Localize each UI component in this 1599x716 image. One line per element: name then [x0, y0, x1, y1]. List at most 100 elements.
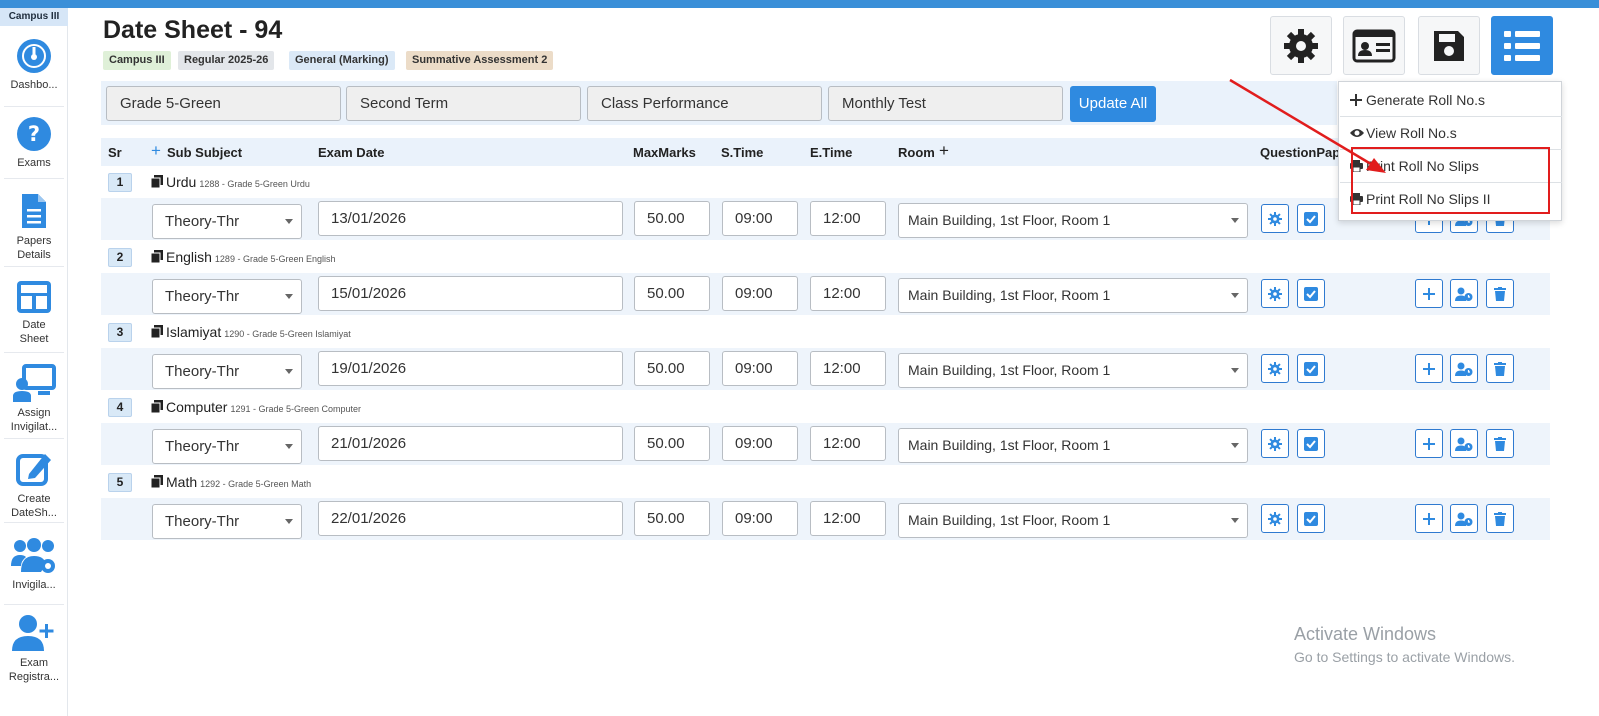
sidebar-divider	[4, 604, 64, 605]
checkbox-icon	[1304, 286, 1318, 301]
sidebar-item-papers-details[interactable]: Papers Details	[0, 192, 68, 262]
subject-name: Computer 1291 - Grade 5-Green Computer	[150, 399, 361, 415]
update-all-button[interactable]: Update All	[1070, 86, 1156, 122]
room-select[interactable]: Main Building, 1st Floor, Room 1	[898, 428, 1248, 463]
copy-icon[interactable]	[150, 400, 163, 414]
assign-user-button[interactable]	[1450, 429, 1478, 458]
gear-icon	[1268, 286, 1282, 301]
edit-icon	[16, 454, 51, 486]
menu-list-button[interactable]	[1491, 16, 1553, 75]
settings-button[interactable]	[1270, 16, 1332, 75]
question-paper-check-button[interactable]	[1297, 204, 1325, 233]
copy-icon[interactable]	[150, 325, 163, 339]
subject-meta: 1292 - Grade 5-Green Math	[200, 479, 312, 489]
sidebar-item-exam-registration[interactable]: Exam Registra...	[0, 614, 68, 684]
add-row-button[interactable]	[1415, 354, 1443, 383]
question-paper-settings-button[interactable]	[1261, 204, 1289, 233]
room-select[interactable]: Main Building, 1st Floor, Room 1	[898, 203, 1248, 238]
question-paper-check-button[interactable]	[1297, 354, 1325, 383]
add-row-button[interactable]	[1415, 279, 1443, 308]
paper-type-value: Theory-Thr	[165, 438, 240, 455]
add-sub-subject-icon[interactable]: +	[151, 141, 161, 161]
test-filter[interactable]: Monthly Test	[828, 86, 1063, 121]
max-marks-input[interactable]: 50.00	[634, 201, 710, 236]
assign-user-button[interactable]	[1450, 354, 1478, 383]
sidebar-item-create-datesheet[interactable]: Create DateSh...	[0, 450, 68, 520]
exam-date-input[interactable]: 13/01/2026	[318, 201, 623, 236]
sidebar-item-assign-invigilator[interactable]: Assign Invigilat...	[0, 364, 68, 434]
delete-row-button[interactable]	[1486, 279, 1514, 308]
end-time-input[interactable]: 12:00	[810, 351, 886, 386]
assign-user-button[interactable]	[1450, 279, 1478, 308]
max-marks-input[interactable]: 50.00	[634, 426, 710, 461]
exam-date-input[interactable]: 15/01/2026	[318, 276, 623, 311]
checkbox-icon	[1304, 436, 1318, 451]
start-time-input[interactable]: 09:00	[722, 351, 798, 386]
sidebar-divider	[4, 266, 64, 267]
delete-row-button[interactable]	[1486, 504, 1514, 533]
exam-date-input[interactable]: 19/01/2026	[318, 351, 623, 386]
question-paper-settings-button[interactable]	[1261, 279, 1289, 308]
exam-date-input[interactable]: 21/01/2026	[318, 426, 623, 461]
question-paper-check-button[interactable]	[1297, 504, 1325, 533]
menu-item-generate-roll-nos[interactable]: Generate Roll No.s	[1340, 84, 1562, 116]
max-marks-input[interactable]: 50.00	[634, 501, 710, 536]
sidebar-item-invigilators[interactable]: Invigila...	[0, 536, 68, 592]
end-time-input[interactable]: 12:00	[810, 426, 886, 461]
room-value: Main Building, 1st Floor, Room 1	[908, 362, 1111, 378]
gear-icon	[1268, 361, 1282, 376]
room-select[interactable]: Main Building, 1st Floor, Room 1	[898, 503, 1248, 538]
max-marks-input[interactable]: 50.00	[634, 276, 710, 311]
start-time-input[interactable]: 09:00	[722, 276, 798, 311]
room-select[interactable]: Main Building, 1st Floor, Room 1	[898, 353, 1248, 388]
id-card-button[interactable]	[1343, 16, 1405, 75]
subject-meta: 1290 - Grade 5-Green Islamiyat	[224, 329, 351, 339]
exam-date-input[interactable]: 22/01/2026	[318, 501, 623, 536]
question-paper-settings-button[interactable]	[1261, 429, 1289, 458]
max-marks-input[interactable]: 50.00	[634, 351, 710, 386]
delete-row-button[interactable]	[1486, 354, 1514, 383]
subject-meta: 1288 - Grade 5-Green Urdu	[199, 179, 310, 189]
add-row-button[interactable]	[1415, 504, 1443, 533]
end-time-input[interactable]: 12:00	[810, 501, 886, 536]
term-filter[interactable]: Second Term	[346, 86, 581, 121]
question-paper-check-button[interactable]	[1297, 429, 1325, 458]
badge-marking: General (Marking)	[289, 51, 395, 70]
paper-type-select[interactable]: Theory-Thr	[152, 354, 302, 389]
watermark-title: Activate Windows	[1294, 624, 1437, 644]
end-time-input[interactable]: 12:00	[810, 276, 886, 311]
sidebar-item-date-sheet[interactable]: Date Sheet	[0, 280, 68, 346]
save-button[interactable]	[1418, 16, 1480, 75]
sidebar-item-exams[interactable]: ? Exams	[0, 116, 68, 170]
chevron-down-icon	[1231, 218, 1239, 223]
copy-icon[interactable]	[150, 475, 163, 489]
campus-tag: Campus III	[0, 8, 68, 26]
add-room-icon[interactable]: +	[939, 141, 949, 161]
checkbox-icon	[1304, 511, 1318, 526]
copy-icon[interactable]	[150, 250, 163, 264]
paper-type-select[interactable]: Theory-Thr	[152, 429, 302, 464]
assign-user-button[interactable]	[1450, 504, 1478, 533]
paper-type-select[interactable]: Theory-Thr	[152, 504, 302, 539]
menu-item-view-roll-nos[interactable]: View Roll No.s	[1340, 117, 1562, 149]
performance-filter[interactable]: Class Performance	[587, 86, 822, 121]
copy-icon[interactable]	[150, 175, 163, 189]
sidebar-divider	[4, 352, 64, 353]
paper-type-select[interactable]: Theory-Thr	[152, 204, 302, 239]
sidebar-item-label: Create DateSh...	[11, 493, 57, 519]
start-time-input[interactable]: 09:00	[722, 426, 798, 461]
room-select[interactable]: Main Building, 1st Floor, Room 1	[898, 278, 1248, 313]
start-time-input[interactable]: 09:00	[722, 201, 798, 236]
delete-row-button[interactable]	[1486, 429, 1514, 458]
start-time-input[interactable]: 09:00	[722, 501, 798, 536]
sidebar-item-dashboard[interactable]: Dashbo...	[0, 38, 68, 92]
grade-filter[interactable]: Grade 5-Green	[106, 86, 341, 121]
page-title: Date Sheet - 94	[103, 16, 283, 44]
question-paper-settings-button[interactable]	[1261, 354, 1289, 383]
add-row-button[interactable]	[1415, 429, 1443, 458]
paper-type-select[interactable]: Theory-Thr	[152, 279, 302, 314]
question-paper-check-button[interactable]	[1297, 279, 1325, 308]
end-time-input[interactable]: 12:00	[810, 201, 886, 236]
question-paper-settings-button[interactable]	[1261, 504, 1289, 533]
user-clock-icon	[1455, 437, 1473, 451]
